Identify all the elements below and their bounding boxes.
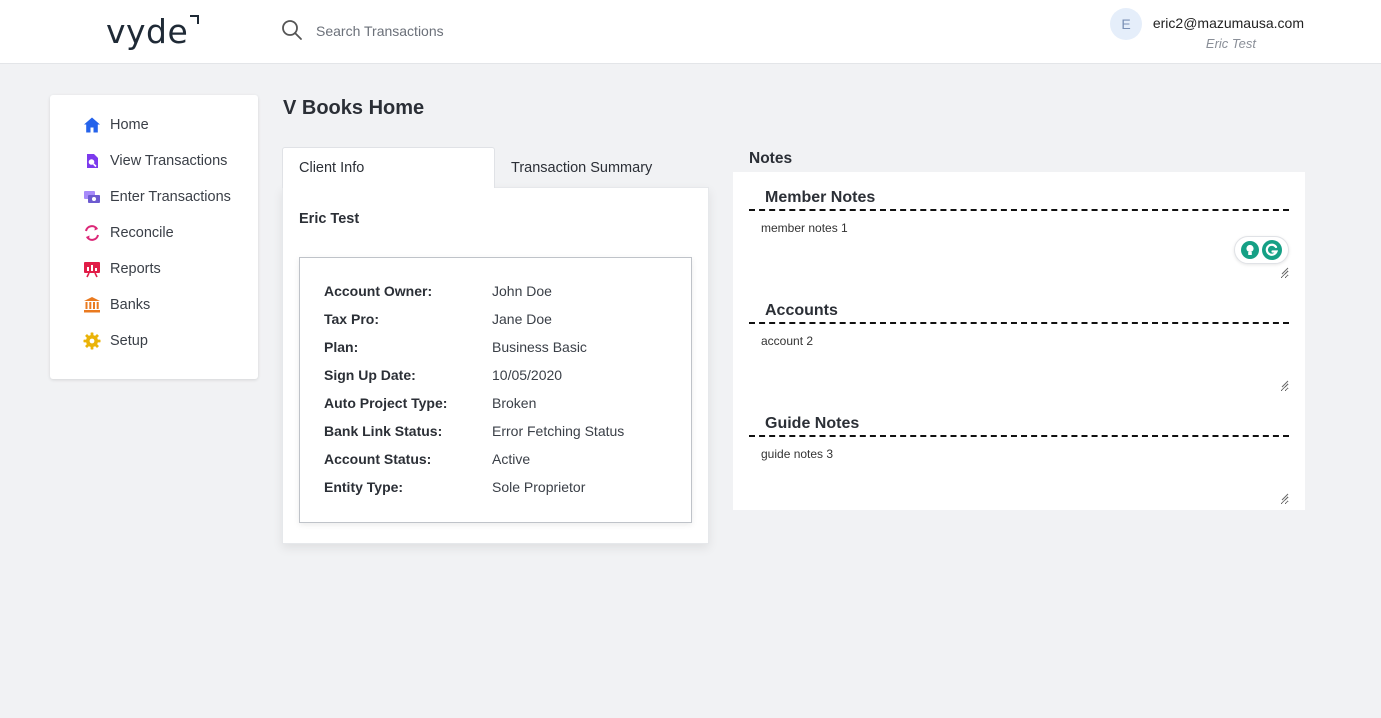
resize-handle-icon[interactable] bbox=[1281, 380, 1289, 388]
detail-label: Plan: bbox=[324, 339, 359, 355]
detail-row-tax-pro: Tax Pro: Jane Doe bbox=[324, 311, 684, 331]
member-notes-textarea[interactable]: member notes 1 bbox=[749, 217, 1289, 279]
notes-title: Notes bbox=[749, 150, 793, 167]
detail-label: Account Status: bbox=[324, 451, 432, 467]
client-name: Eric Test bbox=[299, 211, 360, 227]
detail-row-auto-project-type: Auto Project Type: Broken bbox=[324, 395, 684, 415]
note-heading: Member Notes bbox=[749, 189, 1289, 211]
accounts-textarea[interactable]: account 2 bbox=[749, 330, 1289, 392]
detail-value: Business Basic bbox=[492, 339, 587, 355]
search-input[interactable] bbox=[316, 19, 576, 43]
reconcile-icon bbox=[85, 225, 99, 241]
resize-handle-icon[interactable] bbox=[1281, 267, 1289, 275]
logo-corner-mark-icon bbox=[190, 15, 199, 24]
view-transactions-icon bbox=[87, 154, 98, 168]
detail-row-account-status: Account Status: Active bbox=[324, 451, 684, 471]
detail-value: 10/05/2020 bbox=[492, 367, 563, 383]
detail-value: Jane Doe bbox=[492, 311, 552, 327]
detail-value: Error Fetching Status bbox=[492, 423, 625, 439]
sidebar-item-label: Reconcile bbox=[110, 225, 174, 241]
note-heading: Accounts bbox=[749, 302, 1289, 324]
detail-label: Tax Pro: bbox=[324, 311, 379, 327]
sidebar-item-reports[interactable]: Reports bbox=[83, 259, 253, 279]
sidebar-item-label: View Transactions bbox=[110, 153, 228, 169]
search-icon[interactable] bbox=[281, 19, 303, 41]
gear-icon bbox=[83, 332, 101, 350]
reports-icon bbox=[84, 262, 100, 278]
grammarly-icon[interactable] bbox=[1261, 239, 1283, 261]
detail-value: John Doe bbox=[492, 283, 552, 299]
sidebar-item-banks[interactable]: Banks bbox=[83, 295, 253, 315]
vyde-logo[interactable]: vyde bbox=[106, 12, 188, 51]
detail-label: Account Owner: bbox=[324, 283, 433, 299]
notes-panel: Member Notes member notes 1 Accounts acc… bbox=[733, 172, 1305, 510]
detail-row-sign-up-date: Sign Up Date: 10/05/2020 bbox=[324, 367, 684, 387]
resize-handle-icon[interactable] bbox=[1281, 493, 1289, 501]
detail-label: Entity Type: bbox=[324, 479, 404, 495]
detail-row-entity-type: Entity Type: Sole Proprietor bbox=[324, 479, 684, 499]
sidebar-item-label: Enter Transactions bbox=[110, 189, 231, 205]
detail-row-plan: Plan: Business Basic bbox=[324, 339, 684, 359]
sidebar-item-setup[interactable]: Setup bbox=[83, 331, 253, 351]
client-details-box: Account Owner: John Doe Tax Pro: Jane Do… bbox=[299, 257, 692, 523]
tab-transaction-summary[interactable]: Transaction Summary bbox=[495, 147, 695, 188]
lightbulb-icon[interactable] bbox=[1240, 240, 1260, 260]
detail-label: Auto Project Type: bbox=[324, 395, 448, 411]
sidebar-item-label: Home bbox=[110, 117, 149, 133]
sidebar-item-view-transactions[interactable]: View Transactions bbox=[83, 151, 253, 171]
note-heading: Guide Notes bbox=[749, 415, 1289, 437]
tab-client-info[interactable]: Client Info bbox=[282, 147, 495, 188]
home-icon bbox=[84, 117, 100, 133]
grammarly-widget[interactable] bbox=[1234, 236, 1289, 264]
sidebar-item-reconcile[interactable]: Reconcile bbox=[83, 223, 253, 243]
client-info-panel: Eric Test Account Owner: John Doe Tax Pr… bbox=[282, 187, 709, 544]
bank-icon bbox=[84, 297, 100, 313]
detail-row-bank-link-status: Bank Link Status: Error Fetching Status bbox=[324, 423, 684, 443]
sidebar-item-home[interactable]: Home bbox=[83, 115, 253, 135]
detail-value: Sole Proprietor bbox=[492, 479, 586, 495]
search-bar bbox=[281, 19, 581, 43]
sidebar-nav: Home View Transactions Enter Transaction… bbox=[50, 95, 258, 379]
detail-label: Sign Up Date: bbox=[324, 367, 416, 383]
sidebar-item-enter-transactions[interactable]: Enter Transactions bbox=[83, 187, 253, 207]
detail-value: Broken bbox=[492, 395, 537, 411]
enter-transactions-icon bbox=[84, 191, 100, 203]
detail-value: Active bbox=[492, 451, 531, 467]
top-bar: vyde E eric2@mazumausa.com Eric Test bbox=[0, 0, 1381, 64]
user-email[interactable]: eric2@mazumausa.com bbox=[1153, 15, 1304, 31]
detail-label: Bank Link Status: bbox=[324, 423, 443, 439]
detail-row-account-owner: Account Owner: John Doe bbox=[324, 283, 684, 303]
guide-notes-textarea[interactable]: guide notes 3 bbox=[749, 443, 1289, 505]
user-name: Eric Test bbox=[1205, 36, 1256, 51]
page-title: V Books Home bbox=[283, 97, 425, 119]
sidebar-item-label: Banks bbox=[110, 297, 151, 313]
sidebar-item-label: Reports bbox=[110, 261, 161, 277]
avatar[interactable]: E bbox=[1110, 8, 1142, 40]
sidebar-item-label: Setup bbox=[110, 333, 148, 349]
